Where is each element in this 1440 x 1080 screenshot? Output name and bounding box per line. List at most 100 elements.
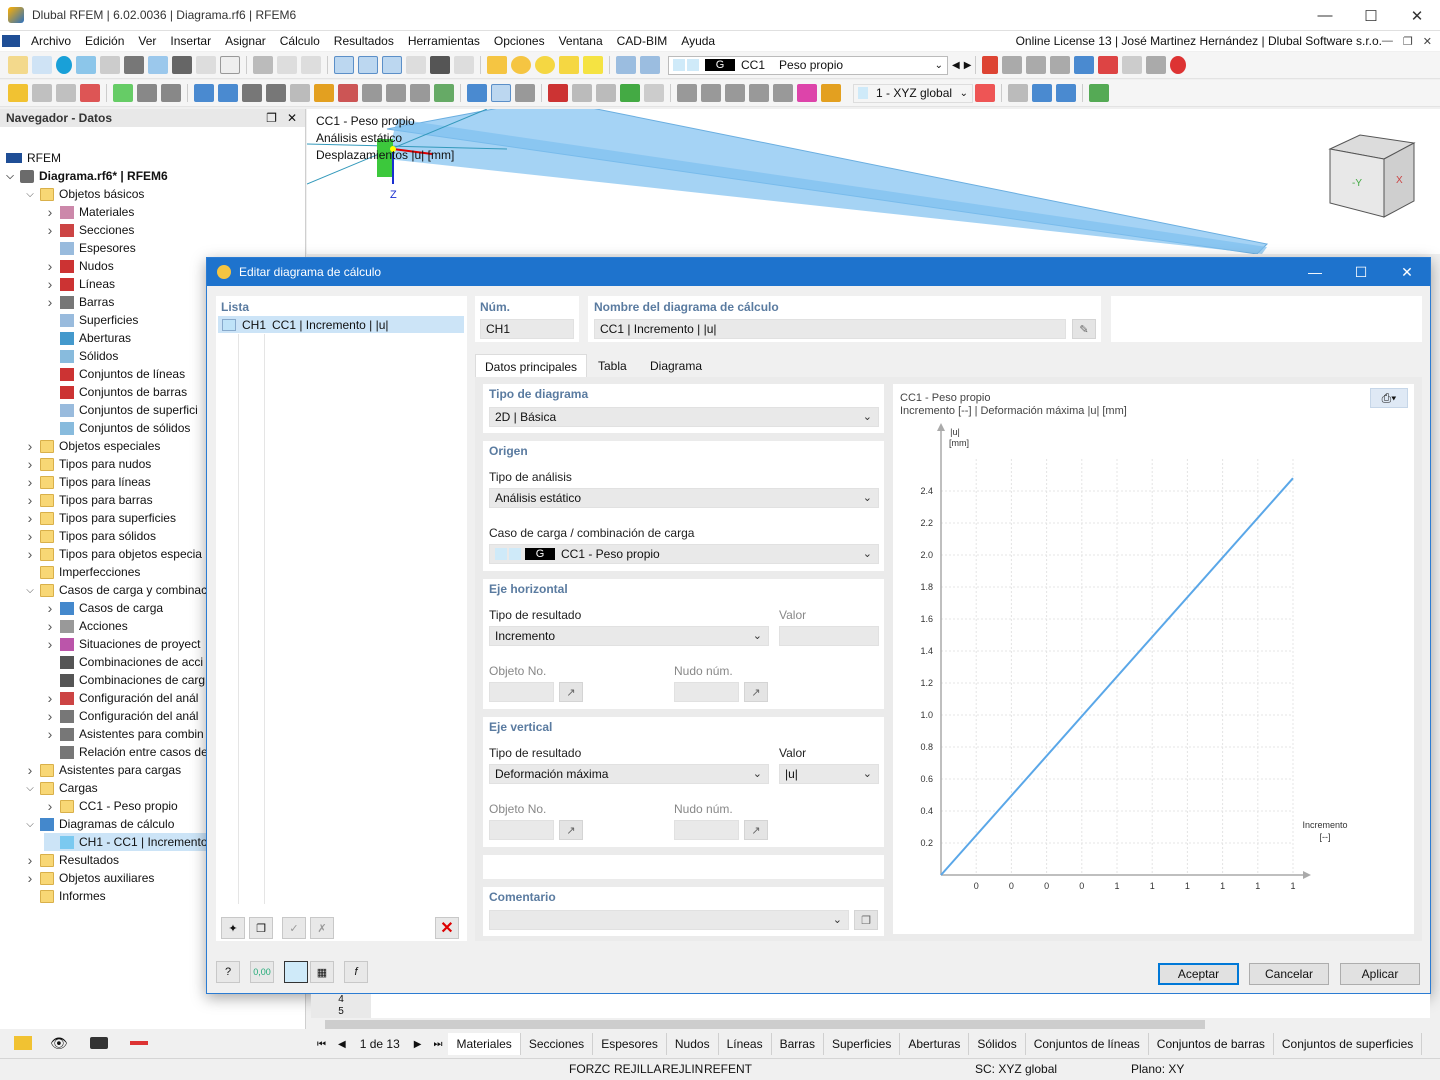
divide-icon[interactable]	[314, 84, 334, 102]
tree-item[interactable]: Informes	[24, 887, 106, 905]
measure-icon[interactable]	[434, 84, 454, 102]
dialog-minimize-button[interactable]: —	[1292, 258, 1338, 286]
delete-item-icon[interactable]: ✕	[435, 917, 459, 939]
app-menu-icon[interactable]	[2, 35, 20, 47]
move-icon[interactable]	[161, 84, 181, 102]
menu-resultados[interactable]: Resultados	[327, 34, 401, 48]
tree-item[interactable]: › Tipos para barras	[24, 491, 153, 509]
expand-icon[interactable]: ›	[44, 294, 56, 310]
notes-icon[interactable]	[454, 56, 474, 74]
first-page-icon[interactable]: ⏮	[311, 1039, 332, 1050]
rotate-icon[interactable]	[386, 84, 406, 102]
tree-item[interactable]: Conjuntos de líneas	[44, 365, 185, 383]
view-split-icon[interactable]	[382, 56, 402, 74]
tree-item[interactable]: Combinaciones de acci	[44, 653, 203, 671]
expand-icon[interactable]: ›	[44, 726, 56, 742]
view-options-icon[interactable]	[1074, 56, 1095, 74]
h-node-no-field[interactable]	[674, 682, 739, 702]
minimize-button[interactable]: —	[1302, 0, 1348, 31]
expand-icon[interactable]: ›	[44, 276, 56, 292]
workplane-icon[interactable]	[1089, 84, 1109, 102]
dimension-icon[interactable]	[137, 84, 157, 102]
expand-icon[interactable]: ›	[24, 546, 36, 562]
load-case-select[interactable]: G CC1 Peso propio ⌄	[668, 55, 948, 75]
tab-superficies[interactable]: Superficies	[824, 1033, 901, 1055]
load-tool-icon[interactable]	[113, 84, 133, 102]
v-node-pick-icon[interactable]: ↗	[744, 820, 768, 840]
maximize-button[interactable]: ☐	[1348, 0, 1394, 31]
undo-icon[interactable]	[277, 56, 297, 74]
member-tool-icon[interactable]	[56, 84, 76, 102]
tree-item[interactable]: › Tipos para sólidos	[24, 527, 156, 545]
calc-icon[interactable]	[487, 56, 507, 74]
comment-select[interactable]: ⌄	[489, 910, 849, 930]
tree-item[interactable]: Conjuntos de barras	[44, 383, 187, 401]
tree-item[interactable]: › Tipos para líneas	[24, 473, 151, 491]
expand-icon[interactable]: ›	[24, 510, 36, 526]
coord-tool-icon[interactable]	[975, 84, 995, 102]
status-forzc[interactable]: FORZC	[569, 1062, 610, 1076]
prev-case-icon[interactable]: ◀	[952, 60, 960, 71]
tab-materiales[interactable]: Materiales	[448, 1033, 521, 1055]
mirror-icon[interactable]	[290, 84, 310, 102]
tree-item[interactable]: Relación entre casos de	[44, 743, 208, 761]
check-all-icon[interactable]: ✓	[282, 917, 306, 939]
navigator-close-icon[interactable]: ✕	[287, 111, 297, 125]
filter-results-icon[interactable]	[982, 56, 999, 74]
tree-item[interactable]: › Situaciones de proyect	[44, 635, 201, 653]
hatch-5-icon[interactable]	[773, 84, 793, 102]
view-single-icon[interactable]	[334, 56, 354, 74]
h-object-pick-icon[interactable]: ↗	[559, 682, 583, 702]
status-refent[interactable]: REFENT	[704, 1062, 752, 1076]
view-table-icon[interactable]	[358, 56, 378, 74]
tab-datos-principales[interactable]: Datos principales	[475, 354, 588, 378]
expand-icon[interactable]: ›	[24, 474, 36, 490]
units-icon[interactable]: 0,00	[250, 961, 274, 983]
list-item[interactable]: CH1 CC1 | Incremento | |u|	[218, 316, 464, 333]
analysis-type-select[interactable]: Análisis estático ⌄	[489, 488, 879, 508]
new-file-icon[interactable]	[8, 56, 28, 74]
box-icon[interactable]	[242, 84, 262, 102]
clipping-icon[interactable]	[515, 84, 535, 102]
cloud-icon[interactable]	[56, 56, 72, 74]
menu-asignar[interactable]: Asignar	[218, 34, 273, 48]
guide-icon[interactable]	[1146, 56, 1167, 74]
animate-icon[interactable]	[1122, 56, 1143, 74]
collapse-icon[interactable]: ⌵	[24, 189, 36, 200]
eye-icon[interactable]: 👁	[50, 1035, 68, 1052]
tree-item[interactable]: › Casos de carga	[44, 599, 163, 617]
tree-item[interactable]: Conjuntos de superfici	[44, 401, 198, 419]
tab-tabla[interactable]: Tabla	[589, 354, 636, 378]
expand-icon[interactable]: ›	[24, 528, 36, 544]
tree-item[interactable]: › Configuración del anál	[44, 689, 199, 707]
calc-all-icon[interactable]	[511, 56, 531, 74]
h-node-pick-icon[interactable]: ↗	[744, 682, 768, 702]
tab-secciones[interactable]: Secciones	[521, 1033, 594, 1055]
support-tool-icon[interactable]	[80, 84, 100, 102]
tree-item[interactable]: ⌵ Diagramas de cálculo	[24, 815, 174, 833]
copy-icon[interactable]	[266, 84, 286, 102]
collapse-icon[interactable]: ⌵	[24, 819, 36, 830]
close-button[interactable]: ✕	[1394, 0, 1440, 31]
tree-item[interactable]: › Objetos especiales	[24, 437, 161, 455]
redo-icon[interactable]	[301, 56, 321, 74]
mdi-close-icon[interactable]: ✕	[1423, 35, 1432, 48]
expand-icon[interactable]: ›	[24, 870, 36, 886]
viewport-3d[interactable]: CC1 - Peso propio Análisis estático Desp…	[307, 109, 1440, 254]
dialog-maximize-button[interactable]: ☐	[1338, 258, 1384, 286]
name-field[interactable]: CC1 | Incremento | |u|	[594, 319, 1066, 339]
dialog-close-button[interactable]: ✕	[1384, 258, 1430, 286]
tree-item[interactable]: Superficies	[44, 311, 138, 329]
axis-icon[interactable]	[620, 84, 640, 102]
expand-icon[interactable]: ›	[24, 852, 36, 868]
tab-aberturas[interactable]: Aberturas	[900, 1033, 970, 1055]
save-icon[interactable]	[124, 56, 144, 74]
tree-root[interactable]: RFEM	[4, 149, 61, 167]
tree-item[interactable]: › CC1 - Peso propio	[44, 797, 178, 815]
last-page-icon[interactable]: ⏭	[427, 1039, 448, 1050]
expand-icon[interactable]: ›	[44, 222, 56, 238]
tree-item[interactable]: ⌵ Casos de carga y combinac	[24, 581, 207, 599]
render-solid-icon[interactable]	[572, 84, 592, 102]
hatch-2-icon[interactable]	[701, 84, 721, 102]
render-transparent-icon[interactable]	[596, 84, 616, 102]
